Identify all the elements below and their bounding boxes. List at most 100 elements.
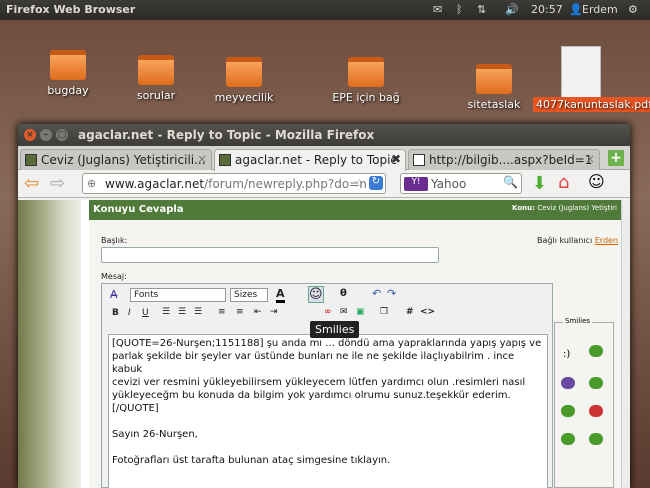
user-name[interactable]: Erdem: [582, 3, 618, 16]
smiley-text[interactable]: :): [563, 349, 570, 360]
background-image: [18, 200, 81, 488]
page-scrollbar[interactable]: [621, 200, 630, 488]
message-line: parlak şekilde bir şeyler var üstünde bu…: [112, 351, 515, 375]
url-bar[interactable]: ⊕ www.agaclar.net/forum/newreply.php?do=…: [82, 173, 386, 194]
tab-strip: Ceviz (Juglans) Yetiştiricili... × agacla…: [18, 146, 630, 171]
message-line: [112, 441, 544, 454]
user-icon[interactable]: 👤: [569, 3, 583, 16]
message-line: [112, 415, 544, 428]
form-header: Konuyu Cevapla Konu: Ceviz (Juglans) Yet…: [89, 200, 621, 220]
email-icon[interactable]: ✉: [340, 307, 348, 317]
undo-icon[interactable]: ↶: [372, 287, 381, 300]
align-left-icon[interactable]: ☰: [162, 307, 170, 317]
code-icon[interactable]: <>: [420, 307, 435, 317]
window-title: agaclar.net - Reply to Topic - Mozilla F…: [78, 128, 375, 142]
unordered-list-icon[interactable]: ≡: [236, 307, 244, 317]
smiley-green-icon[interactable]: [561, 433, 575, 445]
addon-icon[interactable]: ☺: [588, 172, 605, 191]
title-bar: × – □ agaclar.net - Reply to Topic - Moz…: [18, 124, 630, 146]
forward-arrow-icon[interactable]: ⇨: [50, 173, 65, 194]
volume-icon[interactable]: 🔊: [505, 3, 519, 16]
smilies-title: Smilies: [563, 317, 593, 325]
tab-reply[interactable]: agaclar.net - Reply to Topic ✖: [214, 149, 406, 171]
smilies-panel: Smilies :): [554, 317, 614, 488]
new-tab-icon[interactable]: +: [608, 150, 624, 166]
size-select[interactable]: Sizes: [230, 288, 268, 302]
message-label: Mesaj:: [101, 272, 127, 281]
maximize-icon[interactable]: □: [56, 129, 68, 141]
smiley-green-icon[interactable]: [589, 345, 603, 357]
bluetooth-icon[interactable]: ᛒ: [456, 3, 463, 16]
desktop-folder-bugday[interactable]: bugday: [28, 50, 108, 97]
bookmark-star-icon[interactable]: ☆: [354, 176, 365, 190]
reply-form: Konuyu Cevapla Konu: Ceviz (Juglans) Yet…: [89, 200, 621, 488]
image-icon[interactable]: ▣: [356, 307, 365, 317]
search-icon[interactable]: 🔍: [503, 175, 518, 189]
linked-user-link[interactable]: Erden: [595, 236, 618, 245]
home-icon[interactable]: ⌂: [558, 172, 569, 193]
special-char-icon[interactable]: θ: [340, 288, 347, 299]
smilies-tooltip: Smilies: [310, 321, 360, 338]
folder-icon: [50, 50, 86, 80]
yahoo-icon[interactable]: Y!: [404, 177, 428, 191]
smiley-green-icon[interactable]: [561, 405, 575, 417]
title-input[interactable]: [101, 247, 439, 263]
page-content: Konuyu Cevapla Konu: Ceviz (Juglans) Yet…: [18, 200, 630, 488]
download-icon[interactable]: ⬇: [532, 173, 547, 194]
ordered-list-icon[interactable]: ≡: [218, 307, 226, 317]
desktop-folder-sorular[interactable]: sorular: [116, 55, 196, 102]
format-icon[interactable]: A̶: [110, 288, 118, 301]
text-color-icon[interactable]: A: [276, 287, 285, 303]
close-tab-icon[interactable]: ×: [585, 152, 595, 166]
reload-icon[interactable]: ↻: [369, 176, 383, 190]
underline-icon[interactable]: U: [142, 308, 149, 318]
redo-icon[interactable]: ↷: [387, 287, 396, 300]
back-arrow-icon[interactable]: ⇦: [24, 173, 39, 194]
message-line: [QUOTE=26-Nurşen;1151188] şu anda mı ...…: [112, 338, 542, 349]
network-icon[interactable]: ⇅: [477, 3, 486, 16]
message-editor: A̶ Fonts Sizes A ☺ θ ↶ ↷ B I U ☰ ☰ ☰ ≡ ≡…: [101, 283, 553, 488]
folder-icon: [226, 57, 262, 87]
top-panel: Firefox Web Browser ✉ ᛒ ⇅ 🔊 20:57 👤 Erde…: [0, 0, 650, 20]
hash-icon[interactable]: #: [406, 307, 414, 317]
search-bar[interactable]: Y! Yahoo 🔍: [400, 173, 522, 194]
align-center-icon[interactable]: ☰: [178, 307, 186, 317]
desktop-folder-sitetaslak[interactable]: sitetaslak: [454, 64, 534, 111]
close-icon[interactable]: ×: [24, 129, 36, 141]
tab-bilgi[interactable]: http://bilgib....aspx?beId=1 ×: [408, 149, 600, 170]
desktop-file-pdf[interactable]: 4077kanuntaslak.pdf: [533, 46, 650, 112]
close-tab-icon[interactable]: ✖: [391, 152, 401, 166]
message-line: cevizi ver resmini yükleyebilirsem yükle…: [112, 377, 526, 388]
gear-icon[interactable]: ⚙: [628, 3, 638, 16]
topic-name[interactable]: Ceviz (Juglans) Yetiştiri: [537, 204, 617, 212]
pdf-document-icon: [561, 46, 601, 98]
message-textarea[interactable]: [QUOTE=26-Nurşen;1151188] şu anda mı ...…: [108, 334, 548, 488]
app-name: Firefox Web Browser: [6, 3, 136, 16]
clock[interactable]: 20:57: [531, 3, 563, 16]
linked-user-label: Bağlı kullanıcı Erden: [537, 236, 619, 245]
tab-ceviz[interactable]: Ceviz (Juglans) Yetiştiricili... ×: [20, 149, 212, 170]
smilies-icon[interactable]: ☺: [308, 286, 324, 303]
align-right-icon[interactable]: ☰: [194, 307, 202, 317]
folder-icon: [476, 64, 512, 94]
close-tab-icon[interactable]: ×: [197, 152, 207, 166]
smiley-green-icon[interactable]: [589, 433, 603, 445]
link-icon[interactable]: ∞: [324, 307, 332, 317]
folder-link-icon: [348, 57, 384, 87]
desktop-folder-meyvecilik[interactable]: meyvecilik: [204, 57, 284, 104]
desktop-link-epe[interactable]: EPE için bağ: [326, 57, 406, 104]
minimize-icon[interactable]: –: [40, 129, 52, 141]
outdent-icon[interactable]: ⇤: [254, 307, 262, 317]
italic-icon[interactable]: I: [128, 308, 131, 318]
smiley-green-icon[interactable]: [589, 377, 603, 389]
nav-bar: ⇦ ⇨ ⊕ www.agaclar.net/forum/newreply.php…: [18, 170, 630, 198]
indent-icon[interactable]: ⇥: [270, 307, 278, 317]
message-line: Sayın 26-Nurşen,: [112, 429, 198, 440]
quote-icon[interactable]: ❐: [380, 307, 388, 317]
mail-icon[interactable]: ✉: [433, 3, 442, 16]
bold-icon[interactable]: B: [112, 308, 119, 318]
favicon-icon: [25, 154, 37, 166]
smiley-purple-icon[interactable]: [561, 377, 575, 389]
smiley-red-icon[interactable]: [589, 405, 603, 417]
font-select[interactable]: Fonts: [130, 288, 226, 302]
